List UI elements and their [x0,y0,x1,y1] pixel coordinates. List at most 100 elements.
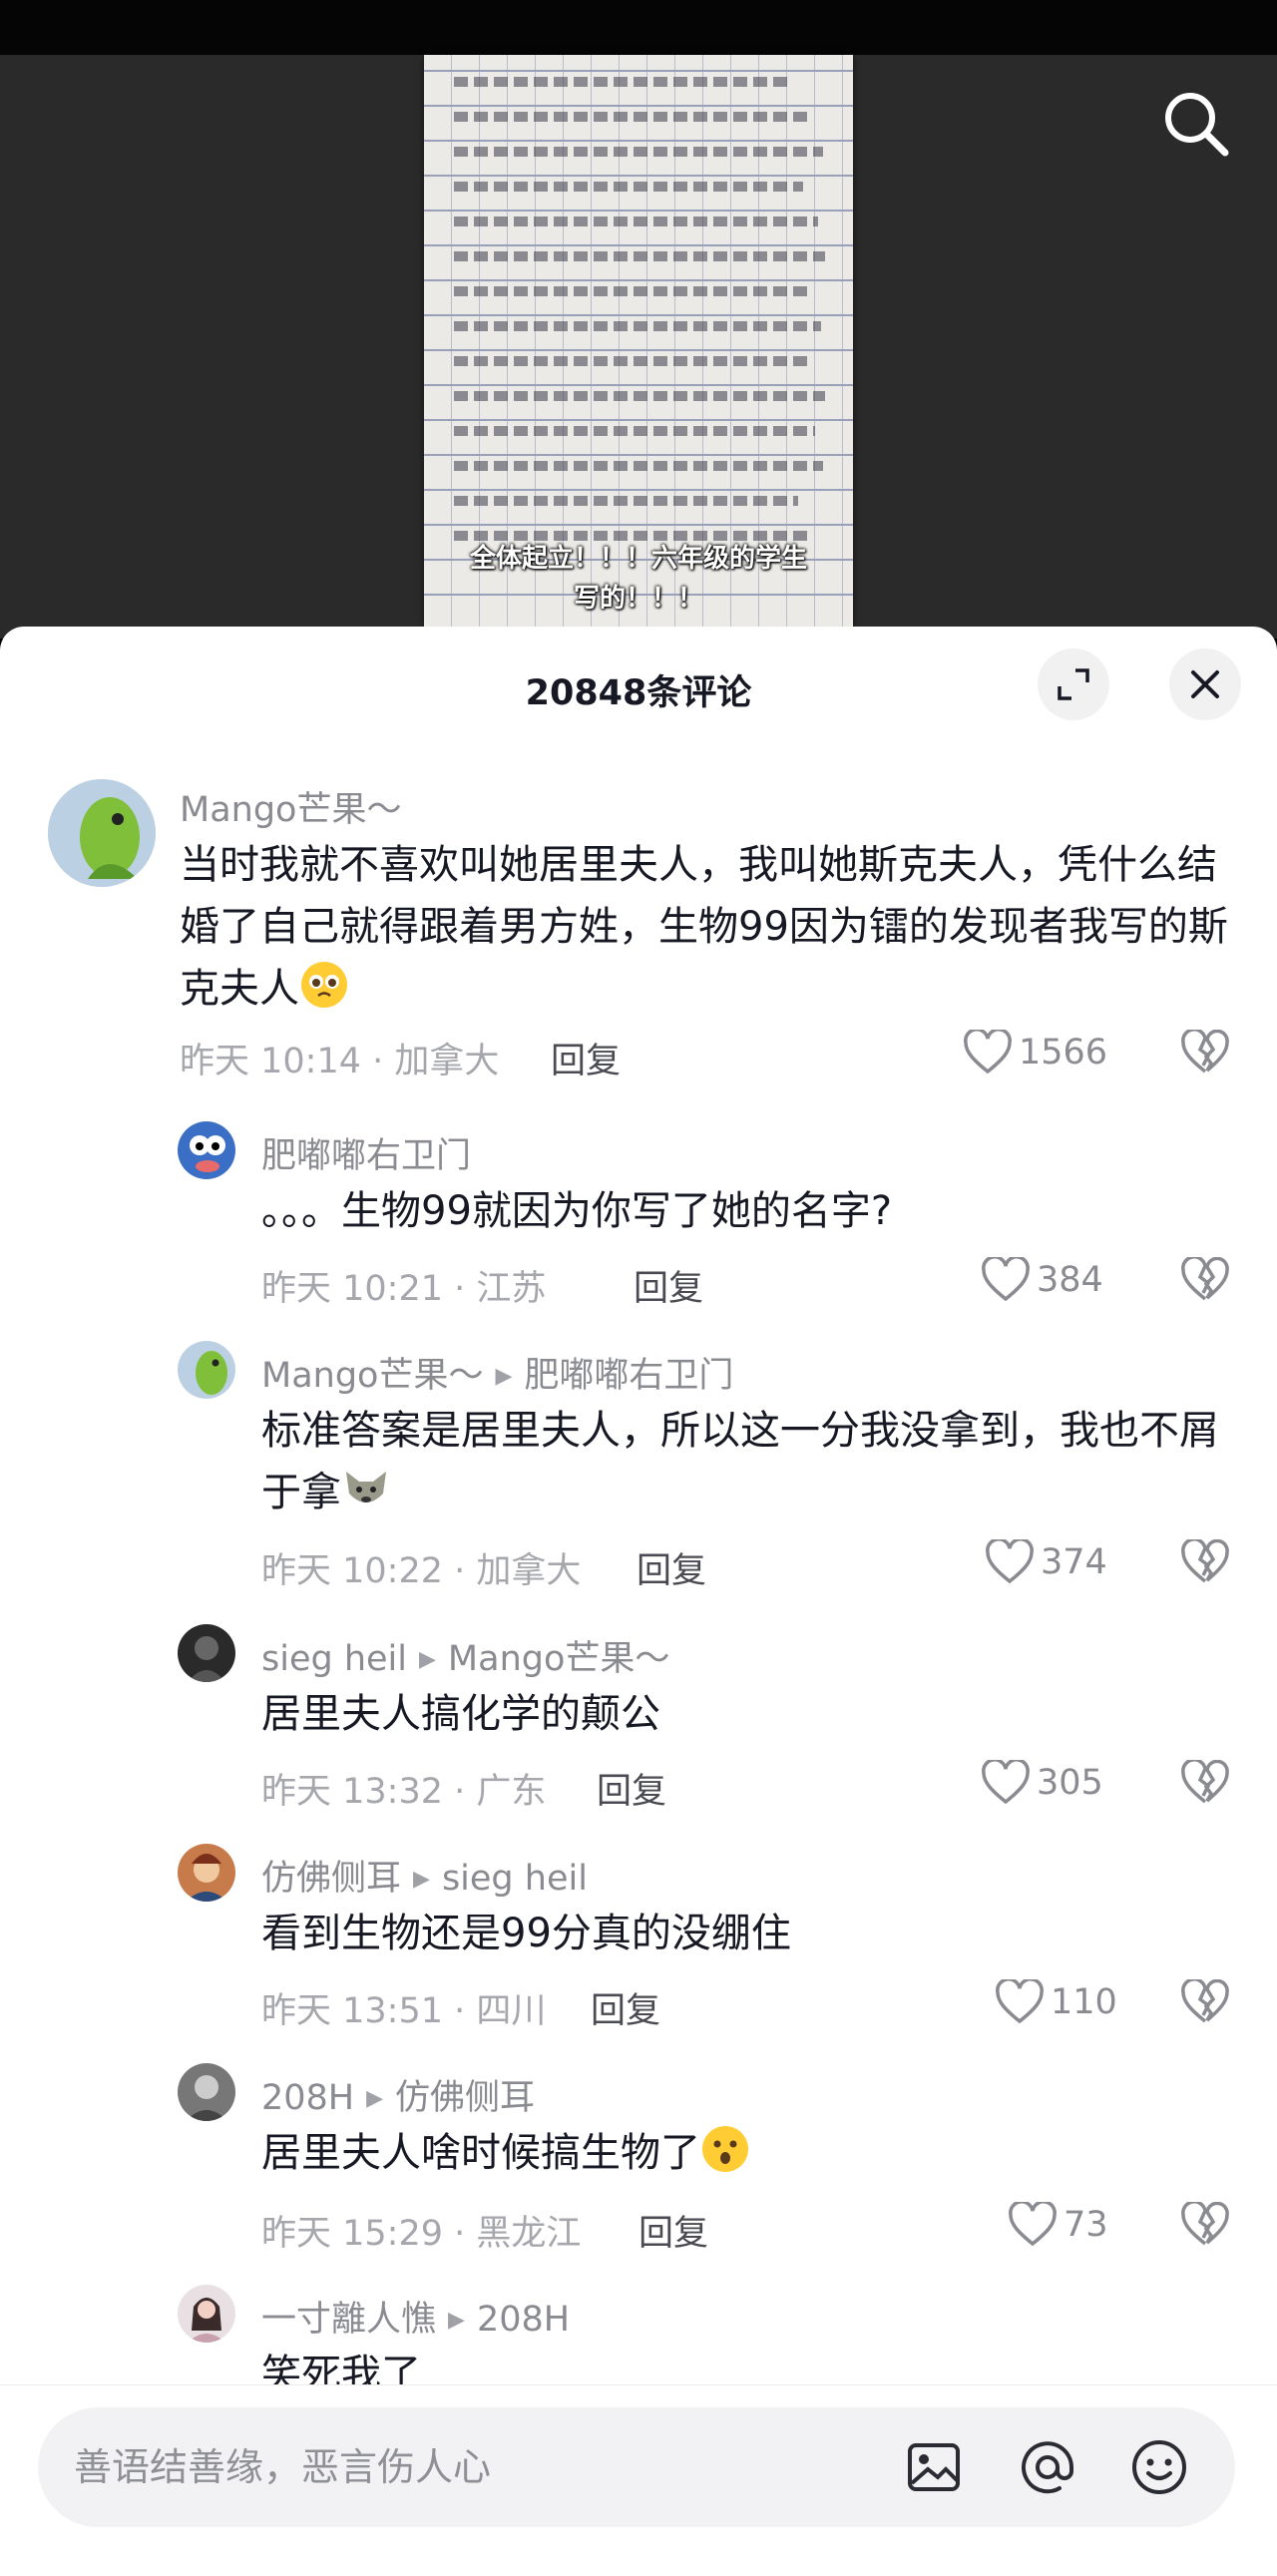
comment-author[interactable]: Mango芒果～ ▶ 肥嘟嘟右卫门 [261,1347,733,1398]
broken-heart-icon [1181,1977,1229,2023]
reply-target[interactable]: 肥嘟嘟右卫门 [524,1356,733,1396]
comment-body: 居里夫人啥时候搞生物了 [261,2130,700,2176]
avatar[interactable] [178,2285,235,2343]
video-player[interactable]: 全体起立！！！六年级的学生 写的！！！ [0,0,1277,639]
reply-button[interactable]: 回复 [634,1260,703,1311]
dislike-button[interactable] [1180,1758,1230,1810]
author-name[interactable]: 一寸離人憔 [261,2300,436,2340]
heart-outline-icon [1009,2202,1057,2247]
comment-author[interactable]: 仿佛侧耳 ▶ sieg heil [261,1850,588,1901]
reply-button[interactable]: 回复 [551,1033,621,1083]
comment-location: 广东 [476,1772,547,1812]
search-button[interactable] [1157,85,1235,163]
comment-author[interactable]: Mango芒果～ [180,781,401,832]
expand-button[interactable] [1038,648,1109,720]
at-icon [1022,2441,1073,2494]
pleading-face-icon [301,962,347,1008]
heart-outline-icon [996,1979,1044,2024]
comment-meta: 昨天 13:51 · 四川 [261,1991,547,2031]
heart-outline-icon [982,1760,1030,1805]
author-name[interactable]: 208H [261,2078,354,2118]
emoji-button[interactable] [1129,2437,1189,2497]
dislike-button[interactable] [1180,2200,1230,2252]
reply-button[interactable]: 回复 [591,1982,660,2033]
comment-author[interactable]: 肥嘟嘟右卫门 [261,1127,471,1178]
dislike-button[interactable] [1180,1977,1230,2029]
author-name[interactable]: 肥嘟嘟右卫门 [261,1136,471,1176]
comment-time: 昨天 13:32 [261,1772,443,1812]
image-button[interactable] [904,2437,964,2497]
close-icon [1191,670,1219,698]
avatar[interactable] [178,1121,235,1179]
comment-location: 加拿大 [476,1551,582,1591]
reply-button[interactable]: 回复 [638,2205,708,2256]
emoji-icon [1132,2440,1186,2494]
comment-author[interactable]: 208H ▶ 仿佛侧耳 [261,2069,535,2120]
search-icon [1165,93,1229,157]
author-name[interactable]: 仿佛侧耳 [261,1859,401,1899]
mention-button[interactable] [1018,2437,1077,2497]
like-button[interactable]: 73 [1008,2202,1108,2248]
heart-outline-icon [982,1257,1030,1302]
comment-input[interactable] [74,2407,892,2527]
author-name[interactable]: Mango芒果～ [180,790,401,830]
like-count: 110 [1051,1982,1117,2022]
like-button[interactable]: 110 [995,1979,1117,2025]
reply-button[interactable]: 回复 [597,1763,666,1814]
comments-header: 20848条评论 [0,627,1277,746]
comment-time: 昨天 15:29 [261,2214,443,2254]
avatar[interactable] [178,1341,235,1399]
avatar[interactable] [178,1844,235,1902]
avatar[interactable] [178,1624,235,1682]
comment-meta: 昨天 10:22 · 加拿大 [261,1551,582,1591]
like-button[interactable]: 305 [981,1760,1103,1806]
reply-target[interactable]: sieg heil [442,1859,588,1899]
reply-arrow-icon: ▶ [448,2308,465,2333]
reply-target[interactable]: 仿佛侧耳 [395,2078,535,2118]
author-name[interactable]: Mango芒果～ [261,1356,483,1396]
wolf-face-icon [346,1472,386,1503]
reply-target[interactable]: 208H [477,2300,570,2340]
avatar[interactable] [48,779,156,887]
comment-text: 居里夫人搞化学的颠公 [261,1691,660,1737]
heart-outline-icon [964,1030,1012,1074]
expand-icon [1058,668,1089,700]
comment-author[interactable]: sieg heil ▶ Mango芒果～ [261,1630,669,1681]
avatar[interactable] [178,2063,235,2121]
comment-meta: 昨天 15:29 · 黑龙江 [261,2214,582,2254]
comment-time: 昨天 10:14 [180,1042,361,1081]
like-button[interactable]: 1566 [963,1030,1107,1075]
reply-arrow-icon: ▶ [419,1647,436,1672]
like-count: 73 [1064,2205,1108,2245]
astonished-face-icon [702,2126,748,2172]
like-count: 305 [1037,1763,1103,1803]
like-button[interactable]: 384 [981,1257,1103,1303]
close-button[interactable] [1169,648,1241,720]
author-name[interactable]: sieg heil [261,1639,407,1679]
dislike-button[interactable] [1180,1255,1230,1307]
comment-text: 居里夫人啥时候搞生物了 [261,2122,1239,2184]
heart-outline-icon [986,1539,1034,1584]
comment-meta: 昨天 10:14 · 加拿大 [180,1042,500,1081]
broken-heart-icon [1181,1537,1229,1583]
dislike-button[interactable] [1180,1537,1230,1589]
reply-arrow-icon: ▶ [495,1364,513,1389]
reply-arrow-icon: ▶ [366,2086,384,2111]
comment-author[interactable]: 一寸離人憔 ▶ 208H [261,2291,570,2342]
comment-text: 标准答案是居里夫人，所以这一分我没拿到，我也不屑于拿 [261,1400,1239,1523]
like-count: 384 [1037,1260,1103,1300]
comment-text: 。。。生物99就因为你写了她的名字? [261,1188,893,1234]
comment-meta: 昨天 10:21 · 江苏 [261,1269,547,1309]
comment-text: 当时我就不喜欢叫她居里夫人，我叫她斯克夫人，凭什么结婚了自己就得跟着男方姓，生物… [180,834,1237,1020]
reply-target[interactable]: Mango芒果～ [448,1639,669,1679]
comment-location: 江苏 [476,1269,547,1309]
reply-button[interactable]: 回复 [637,1542,706,1593]
comments-sheet: 20848条评论 Mango芒果～ 当时我就不喜欢叫她居里夫人，我叫她斯克夫人，… [0,627,1277,2576]
dislike-button[interactable] [1180,1028,1230,1079]
comment-text: 看到生物还是99分真的没绷住 [261,1911,791,1956]
comment-input-container [38,2407,1235,2527]
video-caption: 全体起立！！！六年级的学生 写的！！！ [429,539,848,619]
like-button[interactable]: 374 [985,1539,1107,1585]
broken-heart-icon [1181,2200,1229,2246]
comment-location: 加拿大 [394,1042,500,1081]
